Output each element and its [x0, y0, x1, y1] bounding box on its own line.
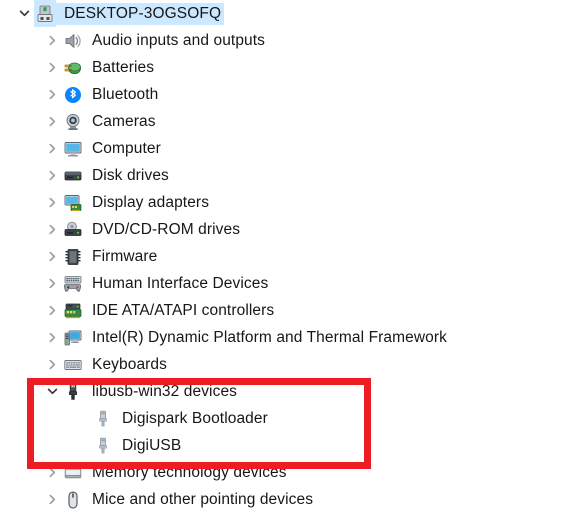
keyboard-icon — [62, 351, 84, 378]
chevron-right-icon[interactable] — [42, 108, 62, 135]
tree-item-content[interactable]: Disk drives — [62, 165, 172, 187]
tree-item-label: Digispark Bootloader — [122, 410, 268, 427]
tree-item-content[interactable]: libusb-win32 devices — [62, 381, 240, 403]
tree-item-ide-ata-atapi-controllers[interactable]: IDE ATA/ATAPI controllers — [0, 297, 569, 324]
no-chevron-spacer — [72, 432, 92, 459]
bluetooth-icon — [62, 81, 84, 108]
tree-item-label: DigiUSB — [122, 437, 182, 454]
chevron-right-icon[interactable] — [42, 297, 62, 324]
computer-node-icon — [34, 0, 56, 27]
tree-item-content[interactable]: Display adapters — [62, 192, 212, 214]
tree-item-label: Computer — [92, 140, 161, 157]
tree-item-content[interactable]: Batteries — [62, 57, 157, 79]
tree-item-label: DESKTOP-3OGSOFQ — [64, 5, 222, 22]
tree-item-content[interactable]: DVD/CD-ROM drives — [62, 219, 243, 241]
tree-item-label: Batteries — [92, 59, 155, 76]
tree-item-libusb-win32-devices[interactable]: libusb-win32 devices — [0, 378, 569, 405]
tree-item-label: Display adapters — [92, 194, 210, 211]
tree-item-dvd-cd-rom-drives[interactable]: DVD/CD-ROM drives — [0, 216, 569, 243]
chevron-right-icon[interactable] — [42, 324, 62, 351]
tree-item-label: Cameras — [92, 113, 156, 130]
tree-root-desktop-3ogsofq[interactable]: DESKTOP-3OGSOFQ — [0, 0, 569, 27]
chevron-right-icon[interactable] — [42, 54, 62, 81]
tree-item-content[interactable]: DESKTOP-3OGSOFQ — [34, 0, 225, 27]
usb-device-icon — [92, 405, 114, 432]
tree-item-digiusb[interactable]: DigiUSB — [0, 432, 569, 459]
disk-drive-icon — [62, 162, 84, 189]
tree-item-label: IDE ATA/ATAPI controllers — [92, 302, 275, 319]
tree-item-content[interactable]: Mice and other pointing devices — [62, 489, 316, 511]
tree-item-label: Bluetooth — [92, 86, 159, 103]
chevron-right-icon[interactable] — [42, 459, 62, 486]
tree-item-label: Intel(R) Dynamic Platform and Thermal Fr… — [92, 329, 447, 346]
tree-item-content[interactable]: Firmware — [62, 246, 160, 268]
chevron-right-icon[interactable] — [42, 81, 62, 108]
tree-item-firmware[interactable]: Firmware — [0, 243, 569, 270]
tree-item-memory-technology-devices[interactable]: Memory technology devices — [0, 459, 569, 486]
tree-item-bluetooth[interactable]: Bluetooth — [0, 81, 569, 108]
chevron-right-icon[interactable] — [42, 486, 62, 513]
tree-item-label: libusb-win32 devices — [92, 383, 238, 400]
camera-icon — [62, 108, 84, 135]
speaker-icon — [62, 27, 84, 54]
no-chevron-spacer — [72, 405, 92, 432]
chevron-right-icon[interactable] — [42, 162, 62, 189]
tree-item-label: DVD/CD-ROM drives — [92, 221, 241, 238]
tree-item-human-interface-devices[interactable]: Human Interface Devices — [0, 270, 569, 297]
tree-item-label: Firmware — [92, 248, 158, 265]
tree-item-disk-drives[interactable]: Disk drives — [0, 162, 569, 189]
tree-item-computer[interactable]: Computer — [0, 135, 569, 162]
device-manager-tree[interactable]: DESKTOP-3OGSOFQ Audio inputs and outputs… — [0, 0, 569, 513]
tree-item-label: Mice and other pointing devices — [92, 491, 314, 508]
mouse-icon — [62, 486, 84, 513]
tree-item-label: Human Interface Devices — [92, 275, 269, 292]
chevron-down-icon[interactable] — [42, 378, 62, 405]
monitor-icon — [62, 135, 84, 162]
tree-item-mice-and-other-pointing-devices[interactable]: Mice and other pointing devices — [0, 486, 569, 513]
tree-item-content[interactable]: DigiUSB — [92, 435, 184, 457]
chevron-right-icon[interactable] — [42, 270, 62, 297]
dvd-drive-icon — [62, 216, 84, 243]
memory-device-icon — [62, 459, 84, 486]
tree-item-content[interactable]: Computer — [62, 138, 164, 160]
tree-item-digispark-bootloader[interactable]: Digispark Bootloader — [0, 405, 569, 432]
intel-platform-icon — [62, 324, 84, 351]
ide-controller-icon — [62, 297, 84, 324]
tree-item-audio-inputs-and-outputs[interactable]: Audio inputs and outputs — [0, 27, 569, 54]
tree-item-label: Keyboards — [92, 356, 168, 373]
tree-item-label: Audio inputs and outputs — [92, 32, 266, 49]
tree-item-content[interactable]: Audio inputs and outputs — [62, 30, 268, 52]
tree-item-content[interactable]: Memory technology devices — [62, 462, 290, 484]
tree-item-content[interactable]: Digispark Bootloader — [92, 408, 271, 430]
tree-item-label: Disk drives — [92, 167, 169, 184]
usb-device-icon — [92, 432, 114, 459]
chevron-right-icon[interactable] — [42, 243, 62, 270]
display-adapter-icon — [62, 189, 84, 216]
tree-item-content[interactable]: Cameras — [62, 111, 159, 133]
chevron-down-icon[interactable] — [14, 0, 34, 27]
usb-connector-icon — [62, 378, 84, 405]
chevron-right-icon[interactable] — [42, 27, 62, 54]
tree-item-batteries[interactable]: Batteries — [0, 54, 569, 81]
chevron-right-icon[interactable] — [42, 135, 62, 162]
tree-item-content[interactable]: Human Interface Devices — [62, 273, 271, 295]
tree-item-label: Memory technology devices — [92, 464, 287, 481]
tree-item-keyboards[interactable]: Keyboards — [0, 351, 569, 378]
chevron-right-icon[interactable] — [42, 351, 62, 378]
battery-icon — [62, 54, 84, 81]
tree-item-content[interactable]: Bluetooth — [62, 84, 161, 106]
chevron-right-icon[interactable] — [42, 216, 62, 243]
hid-gamepad-icon — [62, 270, 84, 297]
tree-item-intel-r-dynamic-platform-and-thermal-framework[interactable]: Intel(R) Dynamic Platform and Thermal Fr… — [0, 324, 569, 351]
tree-item-content[interactable]: IDE ATA/ATAPI controllers — [62, 300, 277, 322]
chevron-right-icon[interactable] — [42, 189, 62, 216]
tree-item-content[interactable]: Keyboards — [62, 354, 170, 376]
tree-item-display-adapters[interactable]: Display adapters — [0, 189, 569, 216]
tree-item-content[interactable]: Intel(R) Dynamic Platform and Thermal Fr… — [62, 327, 450, 349]
tree-item-cameras[interactable]: Cameras — [0, 108, 569, 135]
firmware-chip-icon — [62, 243, 84, 270]
